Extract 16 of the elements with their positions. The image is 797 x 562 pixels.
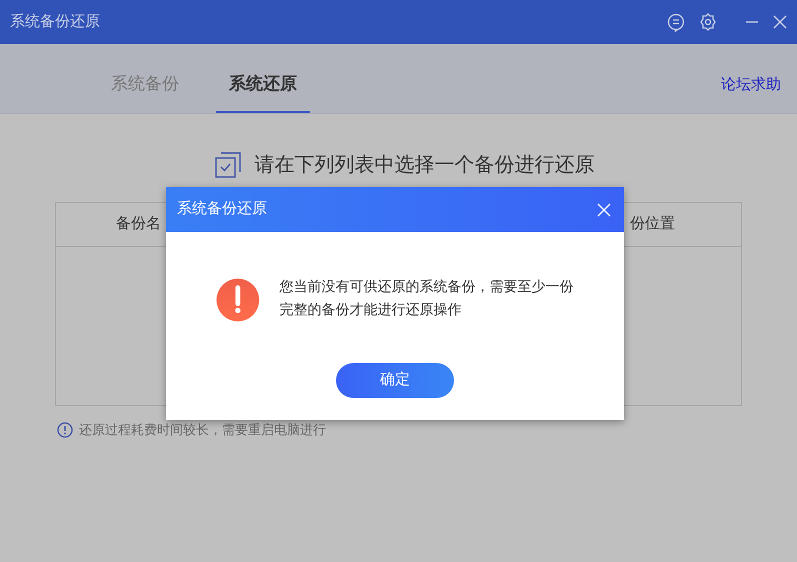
column-header: 份位置 <box>630 214 675 234</box>
ok-button[interactable]: 确定 <box>336 363 454 398</box>
close-icon[interactable] <box>773 15 787 29</box>
dialog-title: 系统备份还原 <box>177 199 267 220</box>
note-text: 还原过程耗费时间较长，需要重启电脑进行 <box>79 421 326 439</box>
info-icon <box>57 422 73 438</box>
dialog-message: 您当前没有可供还原的系统备份，需要至少一份完整的备份才能进行还原操作 <box>280 277 574 319</box>
chat-icon[interactable] <box>667 12 685 32</box>
column-header: 备份名 <box>116 214 161 234</box>
tab[interactable]: 系统还原 <box>216 68 310 113</box>
window-title: 系统备份还原 <box>10 12 100 32</box>
settings-icon[interactable] <box>699 13 717 31</box>
checklist-icon <box>214 152 240 178</box>
heading: 请在下列列表中选择一个备份进行还原 <box>254 153 594 178</box>
forum-link[interactable]: 论坛求助 <box>721 74 781 96</box>
error-icon <box>216 277 260 323</box>
